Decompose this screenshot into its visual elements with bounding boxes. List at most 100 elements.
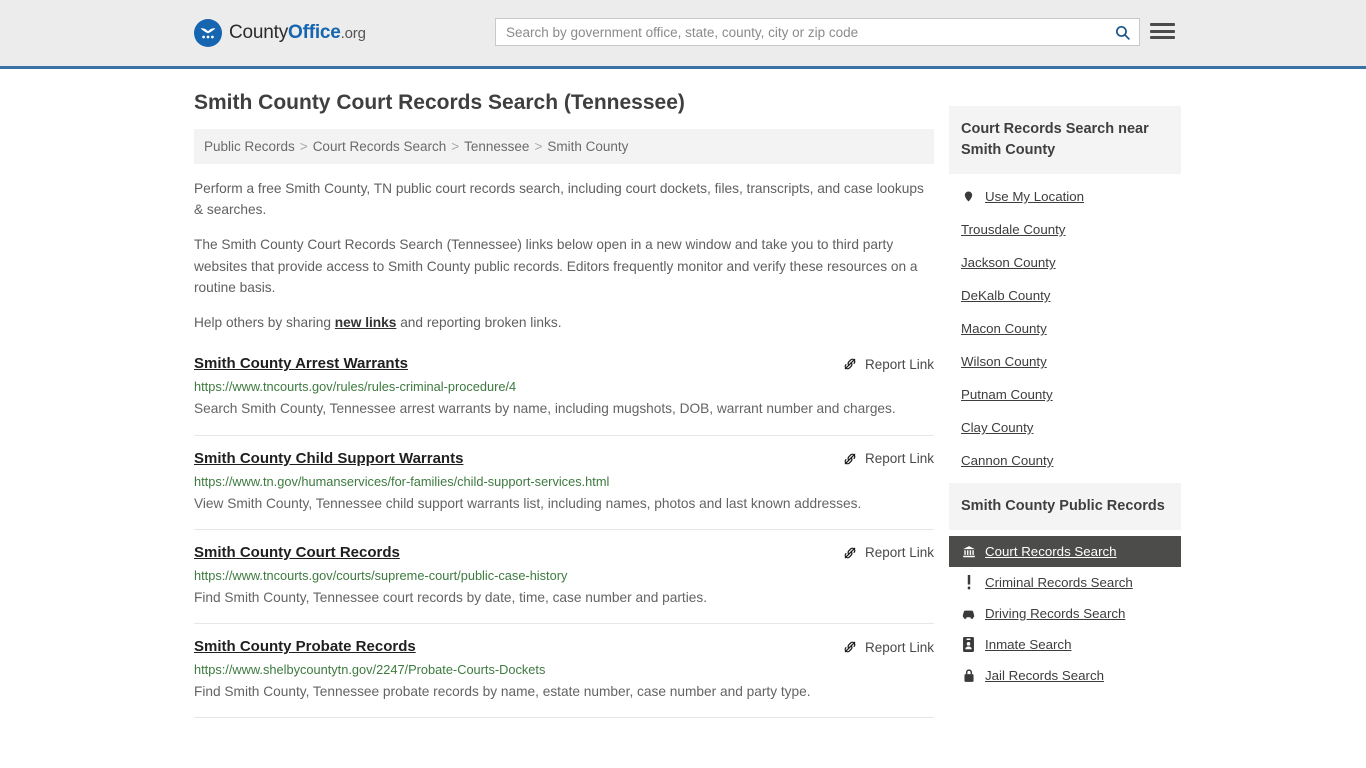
report-link-button[interactable]: Report Link	[842, 450, 934, 467]
result-header: Smith County Child Support Warrants Repo…	[194, 450, 934, 467]
sidebar-item-trousdale-county[interactable]: Trousdale County	[949, 213, 1181, 246]
sidebar-item-driving-records-search[interactable]: Driving Records Search	[949, 598, 1181, 629]
logo-word-county: County	[229, 22, 289, 43]
sidebar-item-wilson-county[interactable]: Wilson County	[949, 345, 1181, 378]
sidebar-item-label: Court Records Search	[985, 544, 1117, 560]
sidebar-item-label: Inmate Search	[985, 637, 1072, 653]
intro-paragraph-2: The Smith County Court Records Search (T…	[194, 237, 918, 295]
search-input[interactable]	[496, 24, 1105, 40]
report-link-button[interactable]: Report Link	[842, 638, 934, 655]
result-title-link[interactable]: Smith County Probate Records	[194, 638, 416, 655]
site-header: CountyOffice.org	[0, 0, 1366, 69]
sidebar-item-label: Trousdale County	[961, 222, 1066, 238]
sidebar-item-label: Criminal Records Search	[985, 575, 1133, 591]
broken-link-icon	[844, 453, 856, 464]
result-description: Search Smith County, Tennessee arrest wa…	[194, 401, 896, 417]
result-header: Smith County Court Records Report Link	[194, 544, 934, 561]
sidebar-item-label: Wilson County	[961, 354, 1047, 370]
breadcrumb-separator: >	[299, 139, 308, 154]
broken-link-icon	[844, 641, 856, 653]
breadcrumb-separator: >	[451, 139, 460, 154]
report-link-label: Report Link	[864, 356, 934, 372]
search-button[interactable]	[1105, 19, 1139, 45]
sidebar-item-use-my-location[interactable]: Use My Location	[949, 180, 1181, 213]
result-url[interactable]: https://www.tn.gov/humanservices/for-fam…	[194, 474, 934, 489]
result-header: Smith County Probate Records Report Link	[194, 638, 934, 655]
courthouse-icon	[961, 545, 976, 559]
intro-paragraph-3: Help others by sharing new links and rep…	[194, 312, 934, 333]
result-title-link[interactable]: Smith County Arrest Warrants	[194, 355, 408, 372]
result-item: Smith County Child Support Warrants Repo…	[194, 450, 934, 530]
result-description: Find Smith County, Tennessee court recor…	[194, 589, 708, 605]
intro-text: Perform a free Smith County, TN public c…	[194, 178, 934, 333]
broken-link-icon	[844, 547, 856, 559]
broken-link-icon	[844, 359, 856, 370]
sidebar-item-putnam-county[interactable]: Putnam County	[949, 378, 1181, 411]
result-header: Smith County Arrest Warrants Report Link	[194, 355, 934, 372]
result-description: View Smith County, Tennessee child suppo…	[194, 495, 862, 511]
result-description: Find Smith County, Tennessee probate rec…	[194, 684, 811, 700]
sidebar-item-clay-county[interactable]: Clay County	[949, 411, 1181, 444]
search-bar[interactable]	[495, 18, 1140, 46]
map-pin-icon	[961, 189, 976, 204]
new-links-link[interactable]: new links	[335, 315, 397, 330]
nearby-panel: Court Records Search near Smith County U…	[949, 106, 1181, 477]
results-list: Smith County Arrest Warrants Report Link…	[194, 355, 934, 719]
site-logo[interactable]: CountyOffice.org	[194, 19, 366, 47]
hamburger-menu-icon[interactable]	[1150, 20, 1175, 42]
sidebar-item-label: Driving Records Search	[985, 606, 1126, 622]
result-url[interactable]: https://www.shelbycountytn.gov/2247/Prob…	[194, 662, 934, 677]
page-title: Smith County Court Records Search (Tenne…	[194, 91, 685, 114]
public-records-list: Court Records Search Criminal Records Se…	[949, 530, 1181, 691]
sidebar-item-jail-records-search[interactable]: Jail Records Search	[949, 660, 1181, 691]
lock-icon	[961, 668, 976, 683]
report-link-button[interactable]: Report Link	[842, 544, 934, 561]
nearby-panel-heading: Court Records Search near Smith County	[949, 106, 1181, 175]
sidebar-item-macon-county[interactable]: Macon County	[949, 312, 1181, 345]
sidebar-item-inmate-search[interactable]: Inmate Search	[949, 629, 1181, 660]
intro-p3-before: Help others by sharing	[194, 315, 335, 331]
logo-word-office: Office	[288, 22, 341, 43]
breadcrumb-item-tennessee[interactable]: Tennessee	[464, 139, 529, 154]
sidebar-item-label: Putnam County	[961, 387, 1053, 403]
page-body: Smith County Court Records Search (Tenne…	[0, 69, 1366, 732]
result-title-link[interactable]: Smith County Child Support Warrants	[194, 450, 463, 467]
result-title-link[interactable]: Smith County Court Records	[194, 544, 400, 561]
sidebar-item-criminal-records-search[interactable]: Criminal Records Search	[949, 567, 1181, 598]
exclamation-icon	[961, 575, 976, 590]
car-icon	[961, 608, 976, 620]
id-badge-icon	[961, 637, 976, 653]
site-logo-text: CountyOffice.org	[229, 22, 366, 44]
breadcrumb-item-public-records[interactable]: Public Records	[204, 139, 295, 154]
sidebar-item-cannon-county[interactable]: Cannon County	[949, 444, 1181, 477]
intro-p3-after: and reporting broken links.	[396, 315, 562, 331]
sidebar-item-jackson-county[interactable]: Jackson County	[949, 246, 1181, 279]
report-link-label: Report Link	[864, 451, 934, 467]
intro-paragraph-1: Perform a free Smith County, TN public c…	[194, 181, 924, 218]
breadcrumb-item-court-records-search[interactable]: Court Records Search	[313, 139, 447, 154]
sidebar-item-label: Use My Location	[985, 189, 1085, 205]
report-link-button[interactable]: Report Link	[842, 355, 934, 372]
result-item: Smith County Probate Records Report Link…	[194, 638, 934, 719]
report-link-label: Report Link	[864, 639, 934, 655]
nearby-county-list: Use My Location Trousdale County Jackson…	[949, 174, 1181, 477]
sidebar: Court Records Search near Smith County U…	[949, 106, 1181, 732]
sidebar-item-label: DeKalb County	[961, 288, 1051, 304]
main-content: Smith County Court Records Search (Tenne…	[194, 69, 934, 732]
sidebar-item-dekalb-county[interactable]: DeKalb County	[949, 279, 1181, 312]
public-records-panel: Smith County Public Records Court Record…	[949, 483, 1181, 691]
sidebar-item-label: Jail Records Search	[985, 668, 1104, 684]
result-url[interactable]: https://www.tncourts.gov/rules/rules-cri…	[194, 379, 934, 394]
sidebar-item-label: Jackson County	[961, 255, 1056, 271]
sidebar-item-court-records-search[interactable]: Court Records Search	[949, 536, 1181, 568]
sidebar-item-label: Cannon County	[961, 453, 1054, 469]
public-records-panel-heading: Smith County Public Records	[949, 483, 1181, 531]
report-link-label: Report Link	[864, 545, 934, 561]
result-item: Smith County Court Records Report Link h…	[194, 544, 934, 625]
breadcrumb-item-smith-county[interactable]: Smith County	[547, 139, 628, 154]
county-office-emblem-icon	[194, 19, 222, 47]
result-url[interactable]: https://www.tncourts.gov/courts/supreme-…	[194, 568, 934, 583]
sidebar-item-label: Macon County	[961, 321, 1047, 337]
sidebar-item-label: Clay County	[961, 420, 1034, 436]
search-icon	[1115, 25, 1130, 40]
